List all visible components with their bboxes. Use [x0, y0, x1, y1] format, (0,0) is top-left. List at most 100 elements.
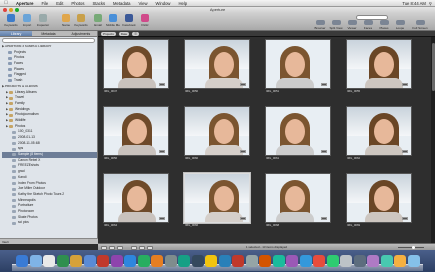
library-filter-input[interactable] — [2, 38, 95, 43]
dock-app-icon[interactable] — [151, 255, 163, 267]
menu-aperture[interactable]: Aperture — [12, 0, 37, 7]
toolbar-keywords-button[interactable]: Keywords — [3, 14, 19, 27]
dock-app-icon[interactable] — [380, 255, 393, 267]
dock-app-icon[interactable] — [110, 255, 123, 267]
menu-window[interactable]: Window — [152, 0, 175, 7]
photo-thumbnail-cell[interactable]: IMG_0051 — [260, 37, 333, 95]
photo-thumbnail[interactable] — [103, 106, 169, 156]
dock-app-icon[interactable] — [16, 255, 28, 267]
dock-app-icon[interactable] — [407, 255, 420, 267]
dock-app-icon[interactable] — [353, 255, 366, 267]
photo-thumbnail[interactable] — [103, 39, 169, 89]
photo-thumbnail[interactable] — [184, 173, 250, 223]
scroll-thumb[interactable] — [431, 43, 435, 91]
photo-thumbnail-cell[interactable]: IMG_0055 — [341, 37, 414, 95]
menu-view[interactable]: View — [135, 0, 152, 7]
toolbar-email-button[interactable]: Email — [90, 14, 106, 27]
dock-app-icon[interactable] — [245, 255, 258, 267]
photo-thumbnail[interactable] — [346, 106, 412, 156]
dock-app-icon[interactable] — [326, 255, 339, 267]
photo-subject-shirt — [118, 78, 156, 88]
toolbar-flickr-button[interactable]: Flickr — [137, 14, 153, 27]
album-icon — [12, 153, 16, 157]
toolbar-import-button[interactable]: Import — [19, 14, 35, 27]
dock-app-icon[interactable] — [313, 255, 325, 267]
toolbar-name-button[interactable]: Name — [58, 14, 74, 27]
toolbar-loupe-button[interactable]: Loupe — [392, 14, 408, 30]
dock-app-icon[interactable] — [137, 255, 150, 267]
dock-app-icon[interactable] — [164, 255, 177, 267]
menu-metadata[interactable]: Metadata — [109, 0, 134, 7]
filter-hud-icon[interactable]: ☰ — [132, 31, 139, 36]
dock-app-icon[interactable] — [205, 255, 217, 267]
photo-filename: IMG_0068 — [266, 223, 280, 227]
dock-app-icon[interactable] — [29, 255, 42, 267]
menu-help[interactable]: Help — [174, 0, 191, 7]
photo-thumbnail-cell[interactable]: IMG_0064 — [98, 165, 171, 229]
slider-knob[interactable] — [412, 245, 415, 249]
menu-stacks[interactable]: Stacks — [88, 0, 109, 7]
sidebar-item[interactable]: sci pics — [2, 220, 97, 226]
search-field[interactable] — [356, 15, 388, 20]
dock-app-icon[interactable] — [191, 255, 204, 267]
toolbar-split-view-button[interactable]: Split View — [328, 14, 344, 30]
close-window-icon[interactable] — [3, 8, 7, 12]
photo-thumbnail[interactable] — [346, 173, 412, 223]
filter-popup[interactable]: Projects — [101, 31, 116, 36]
apple-menu-icon[interactable]:  — [0, 0, 12, 6]
zoom-window-icon[interactable] — [15, 8, 19, 12]
photo-thumbnail-cell[interactable]: IMG_0047 — [98, 37, 171, 95]
photo-thumbnail[interactable] — [346, 39, 412, 89]
photo-thumbnail[interactable] — [184, 106, 250, 156]
menu-file[interactable]: File — [37, 0, 52, 7]
toolbar-mobile-me-button[interactable]: Mobile Me — [105, 14, 121, 27]
photo-thumbnail-cell[interactable]: IMG_0062 — [341, 98, 414, 162]
toolbar-browser-button[interactable]: Browser — [312, 14, 328, 30]
toolbar-icon — [379, 20, 389, 25]
photo-thumbnail-cell[interactable]: IMG_0050 — [179, 37, 252, 95]
dock-app-icon[interactable] — [218, 255, 231, 267]
dock-app-icon[interactable] — [259, 255, 271, 267]
tab-library[interactable]: Library — [0, 31, 33, 36]
dock-app-icon[interactable] — [70, 255, 82, 267]
photo-thumbnail-cell[interactable]: IMG_0068 — [260, 165, 333, 229]
dock-app-icon[interactable] — [178, 255, 190, 267]
photo-thumbnail[interactable] — [184, 39, 250, 89]
photo-thumbnail-cell[interactable]: IMG_0056 — [98, 98, 171, 162]
photo-thumbnail-cell[interactable]: IMG_0066 — [179, 165, 252, 229]
dock-app-icon[interactable] — [340, 255, 352, 267]
dock-app-icon[interactable] — [56, 255, 69, 267]
dock-app-icon[interactable] — [299, 255, 312, 267]
photo-thumbnail[interactable] — [265, 39, 331, 89]
clock[interactable]: Tue 8:44 AM — [402, 1, 426, 6]
dock-app-icon[interactable] — [83, 255, 96, 267]
toolbar-inspector-button[interactable]: Inspector — [35, 14, 51, 27]
toolbar-facebook-button[interactable]: Facebook — [121, 14, 137, 27]
toolbar-full-screen-button[interactable]: Full Screen — [412, 14, 428, 30]
minimize-window-icon[interactable] — [9, 8, 13, 12]
thumbnail-size-slider[interactable] — [398, 245, 424, 249]
toolbar-keywords-button[interactable]: Keywords — [73, 14, 89, 27]
menu-edit[interactable]: Edit — [52, 0, 67, 7]
spotlight-icon[interactable]: ⚲ — [429, 1, 432, 6]
photo-thumbnail-cell[interactable]: IMG_0069 — [341, 165, 414, 229]
browser-scrollbar[interactable] — [431, 37, 435, 243]
dock-app-icon[interactable] — [43, 255, 55, 267]
tab-adjustments[interactable]: Adjustments — [65, 31, 97, 36]
photo-thumbnail-cell[interactable]: IMG_0060 — [179, 98, 252, 162]
photo-thumbnail[interactable] — [265, 173, 331, 223]
dock-app-icon[interactable] — [367, 255, 379, 267]
dock-app-icon[interactable] — [272, 255, 285, 267]
photo-thumbnail[interactable] — [265, 106, 331, 156]
photo-thumbnail-cell[interactable]: IMG_0061 — [260, 98, 333, 162]
dock-app-icon[interactable] — [232, 255, 244, 267]
photo-filename: IMG_0055 — [347, 89, 361, 93]
dock-app-icon[interactable] — [394, 255, 406, 267]
photo-thumbnail[interactable] — [103, 173, 169, 223]
dock-app-icon[interactable] — [97, 255, 109, 267]
tab-metadata[interactable]: Metadata — [32, 31, 64, 36]
dock-app-icon[interactable] — [286, 255, 298, 267]
menu-photos[interactable]: Photos — [67, 0, 88, 7]
sort-popup[interactable]: Date — [118, 31, 130, 36]
dock-app-icon[interactable] — [124, 255, 136, 267]
